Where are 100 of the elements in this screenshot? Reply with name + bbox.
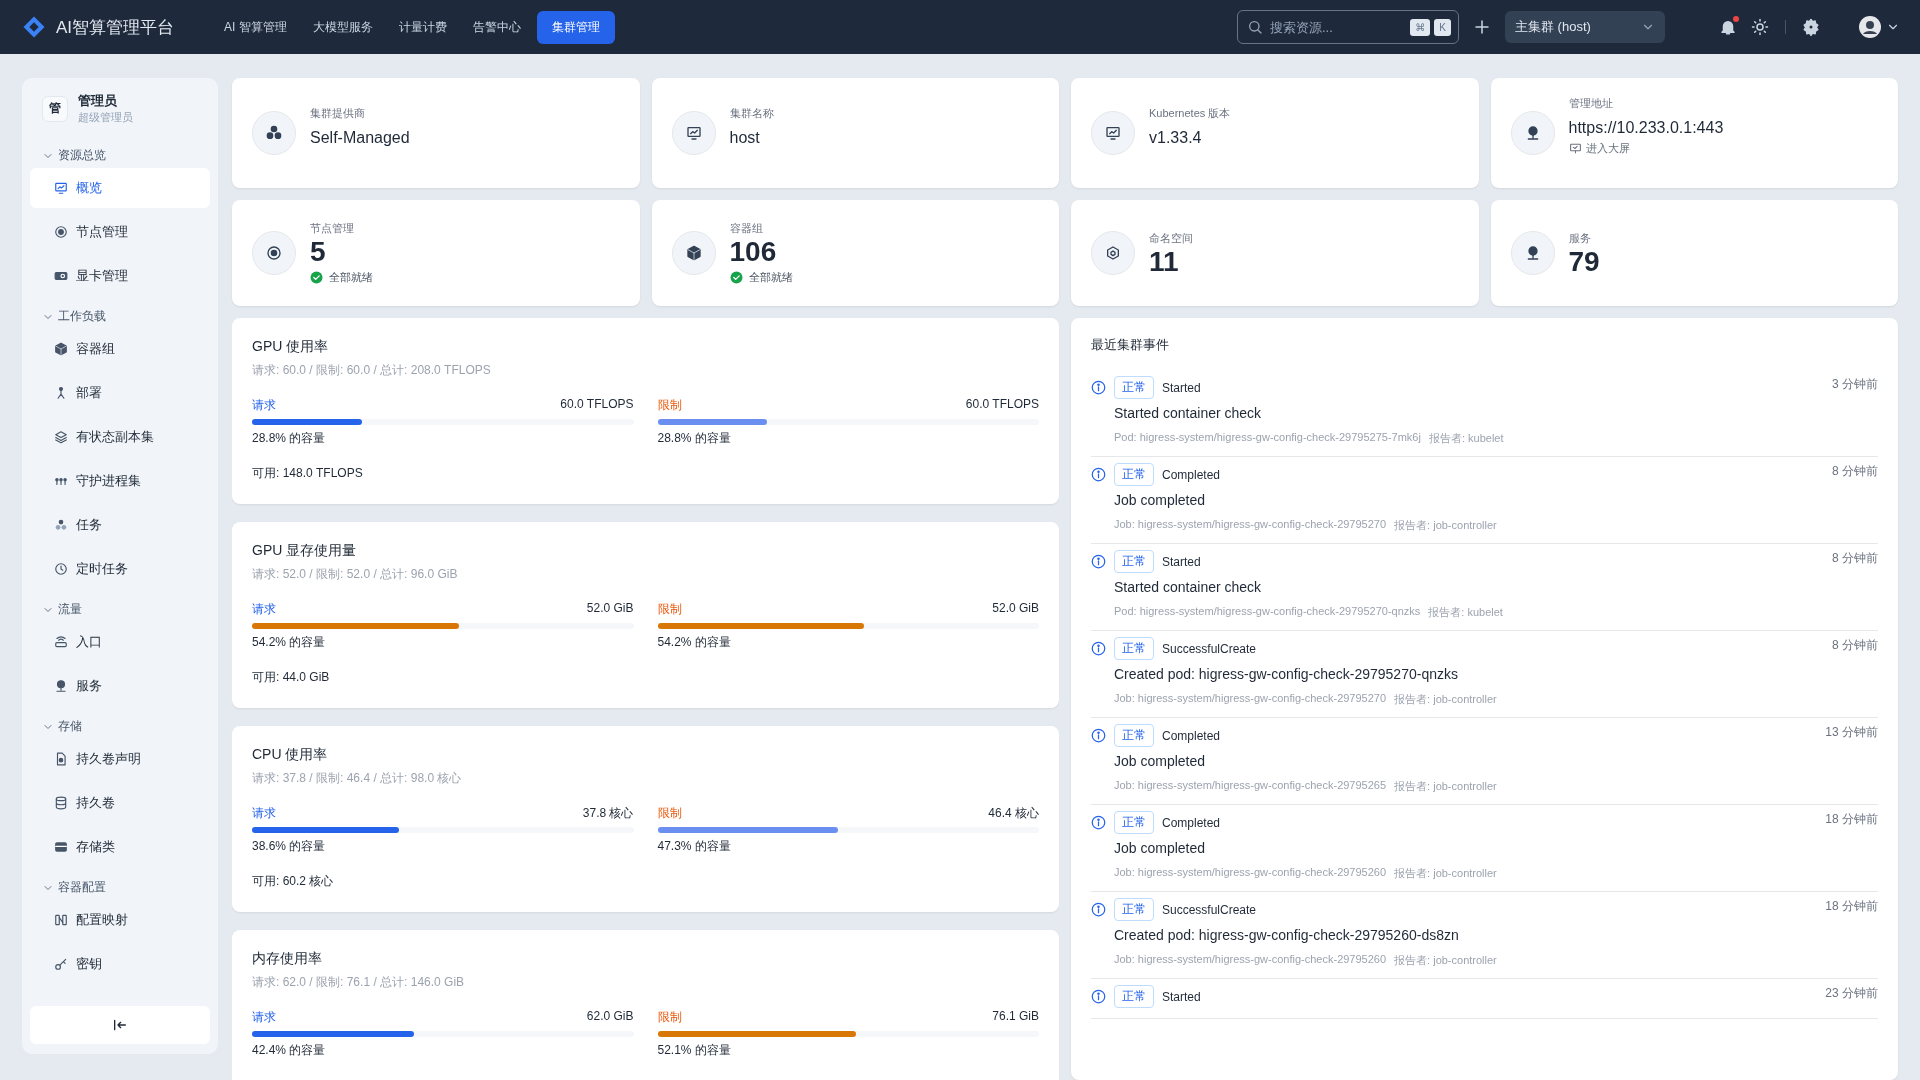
event-reporter: 报告者: kubelet [1428, 431, 1504, 446]
event-message: Created pod: higress-gw-config-check-29795270-qnzks [1114, 666, 1459, 682]
event-message: Job completed [1114, 753, 1207, 769]
bar-value: 60.0 TFLOPS [965, 397, 1039, 413]
bar-label: 限制 [657, 601, 682, 618]
bar-value: 37.8 核心 [582, 805, 634, 822]
cube-icon [54, 342, 68, 356]
card-label: 容器组 [729, 221, 763, 236]
app-title: AI智算管理平台 [56, 16, 175, 39]
screen-icon [1568, 142, 1582, 155]
event-message: Job completed [1114, 840, 1207, 856]
event-reporter: 报告者: job-controller [1394, 692, 1497, 707]
settings-icon[interactable] [1802, 18, 1820, 36]
group-header[interactable]: 流量 [30, 593, 210, 622]
sidebar-item[interactable]: 显卡管理 [30, 256, 210, 296]
bar-label: 请求 [252, 601, 276, 618]
info-icon [1091, 380, 1106, 395]
sidebar-item[interactable]: 持久卷声明 [30, 739, 210, 779]
globe-icon [54, 679, 68, 693]
bar-label: 请求 [252, 397, 276, 414]
sidebar-item[interactable]: 部署 [30, 373, 210, 413]
sidebar-item[interactable]: 节点管理 [30, 212, 210, 252]
sidebar-item[interactable]: 有状态副本集 [30, 417, 210, 457]
user-name: 管理员 [78, 92, 118, 110]
event-reason: SuccessfulCreate [1162, 902, 1257, 917]
card-title: GPU 使用率 [252, 338, 330, 356]
bar-value: 46.4 核心 [988, 805, 1039, 822]
event-reason: Completed [1162, 467, 1221, 482]
event-reason: Started [1162, 989, 1201, 1004]
nav-tab[interactable]: 大模型服务 [302, 10, 383, 44]
nav-tab[interactable]: AI 智算管理 [214, 10, 297, 44]
event-time: 8 分钟前 [1832, 463, 1878, 480]
event-reason: Started [1162, 380, 1201, 395]
usage-summary: 请求: 52.0 / 限制: 52.0 / 总计: 96.0 GiB [252, 566, 459, 583]
sidebar-item[interactable]: 持久卷 [30, 783, 210, 823]
event-reason: Started [1162, 554, 1201, 569]
available-text: 可用: 60.2 核心 [252, 873, 335, 890]
hexagon-icon [1105, 245, 1121, 261]
group-header[interactable]: 资源总览 [30, 139, 210, 168]
usage-summary: 请求: 37.8 / 限制: 46.4 / 总计: 98.0 核心 [252, 770, 463, 787]
status-tag: 正常 [1114, 898, 1154, 921]
sidebar-item[interactable]: 容器组 [30, 329, 210, 369]
sidebar-item[interactable]: 守护进程集 [30, 461, 210, 501]
card-title: GPU 显存使用量 [252, 542, 358, 560]
group-header[interactable]: 容器配置 [30, 871, 210, 900]
card-value: v1.33.4 [1149, 128, 1202, 147]
sidebar-item[interactable]: 入口 [30, 622, 210, 662]
sidebar-item[interactable]: 概览 [30, 168, 210, 208]
group-header[interactable]: 工作负载 [30, 300, 210, 329]
bar-label: 限制 [657, 805, 682, 822]
card-label: 服务 [1568, 230, 1591, 246]
key-icon [54, 957, 68, 971]
event-message: Job completed [1114, 492, 1207, 508]
avatar-icon[interactable] [1858, 15, 1882, 39]
capacity-text: 47.3% 的容量 [657, 838, 732, 855]
event-time: 18 分钟前 [1825, 811, 1878, 828]
bar-value: 52.0 GiB [586, 601, 634, 617]
cluster-select[interactable]: 主集群 (host) [1505, 11, 1665, 43]
info-icon [1091, 989, 1106, 1004]
card-title: 最近集群事件 [1091, 336, 1170, 354]
available-text: 可用: 148.0 TFLOPS [252, 465, 364, 482]
stat-value: 11 [1149, 247, 1179, 276]
status-tag: 正常 [1114, 463, 1154, 486]
event-time: 23 分钟前 [1825, 985, 1878, 1002]
check-icon [310, 271, 323, 284]
nav-tab[interactable]: 集群管理 [536, 10, 615, 44]
big-screen-link[interactable]: 进入大屏 [1568, 141, 1630, 156]
info-icon [1091, 467, 1106, 482]
nav-tab[interactable]: 计量计费 [388, 10, 457, 44]
sidebar-item[interactable]: 服务 [30, 666, 210, 706]
stat-value: 79 [1568, 247, 1600, 276]
bar-label: 限制 [657, 397, 682, 414]
add-icon[interactable] [1473, 18, 1491, 36]
group-header[interactable]: 存储 [30, 710, 210, 739]
capacity-text: 28.8% 的容量 [657, 430, 732, 447]
capacity-text: 38.6% 的容量 [252, 838, 327, 855]
search-icon [1247, 19, 1263, 35]
sidebar-item[interactable]: 任务 [30, 505, 210, 545]
card-label: Kubernetes 版本 [1149, 105, 1231, 121]
capacity-text: 28.8% 的容量 [252, 430, 327, 447]
info-icon [1091, 554, 1106, 569]
notification-button[interactable] [1719, 18, 1737, 36]
sidebar-item[interactable]: 定时任务 [30, 549, 210, 589]
event-source: Pod: higress-system/higress-gw-config-check-29795275-7mk6j [1114, 431, 1421, 445]
sidebar-item[interactable]: 存储类 [30, 827, 210, 867]
theme-icon[interactable] [1751, 18, 1769, 36]
card-value: https://10.233.0.1:443 [1568, 119, 1724, 137]
status-tag: 正常 [1114, 811, 1154, 834]
nav-tab[interactable]: 告警中心 [462, 10, 531, 44]
sidebar-item[interactable]: 配置映射 [30, 900, 210, 940]
info-icon [1091, 641, 1106, 656]
chart-icon [685, 125, 702, 141]
usage-summary: 请求: 62.0 / 限制: 76.1 / 总计: 146.0 GiB [252, 974, 466, 991]
sidebar-item[interactable]: 密钥 [30, 944, 210, 984]
card-label: 集群名称 [729, 105, 774, 121]
info-icon [1091, 902, 1106, 917]
capacity-text: 54.2% 的容量 [657, 634, 732, 651]
status-tag: 正常 [1114, 724, 1154, 747]
event-time: 3 分钟前 [1832, 376, 1878, 393]
card-title: 内存使用率 [252, 950, 323, 968]
